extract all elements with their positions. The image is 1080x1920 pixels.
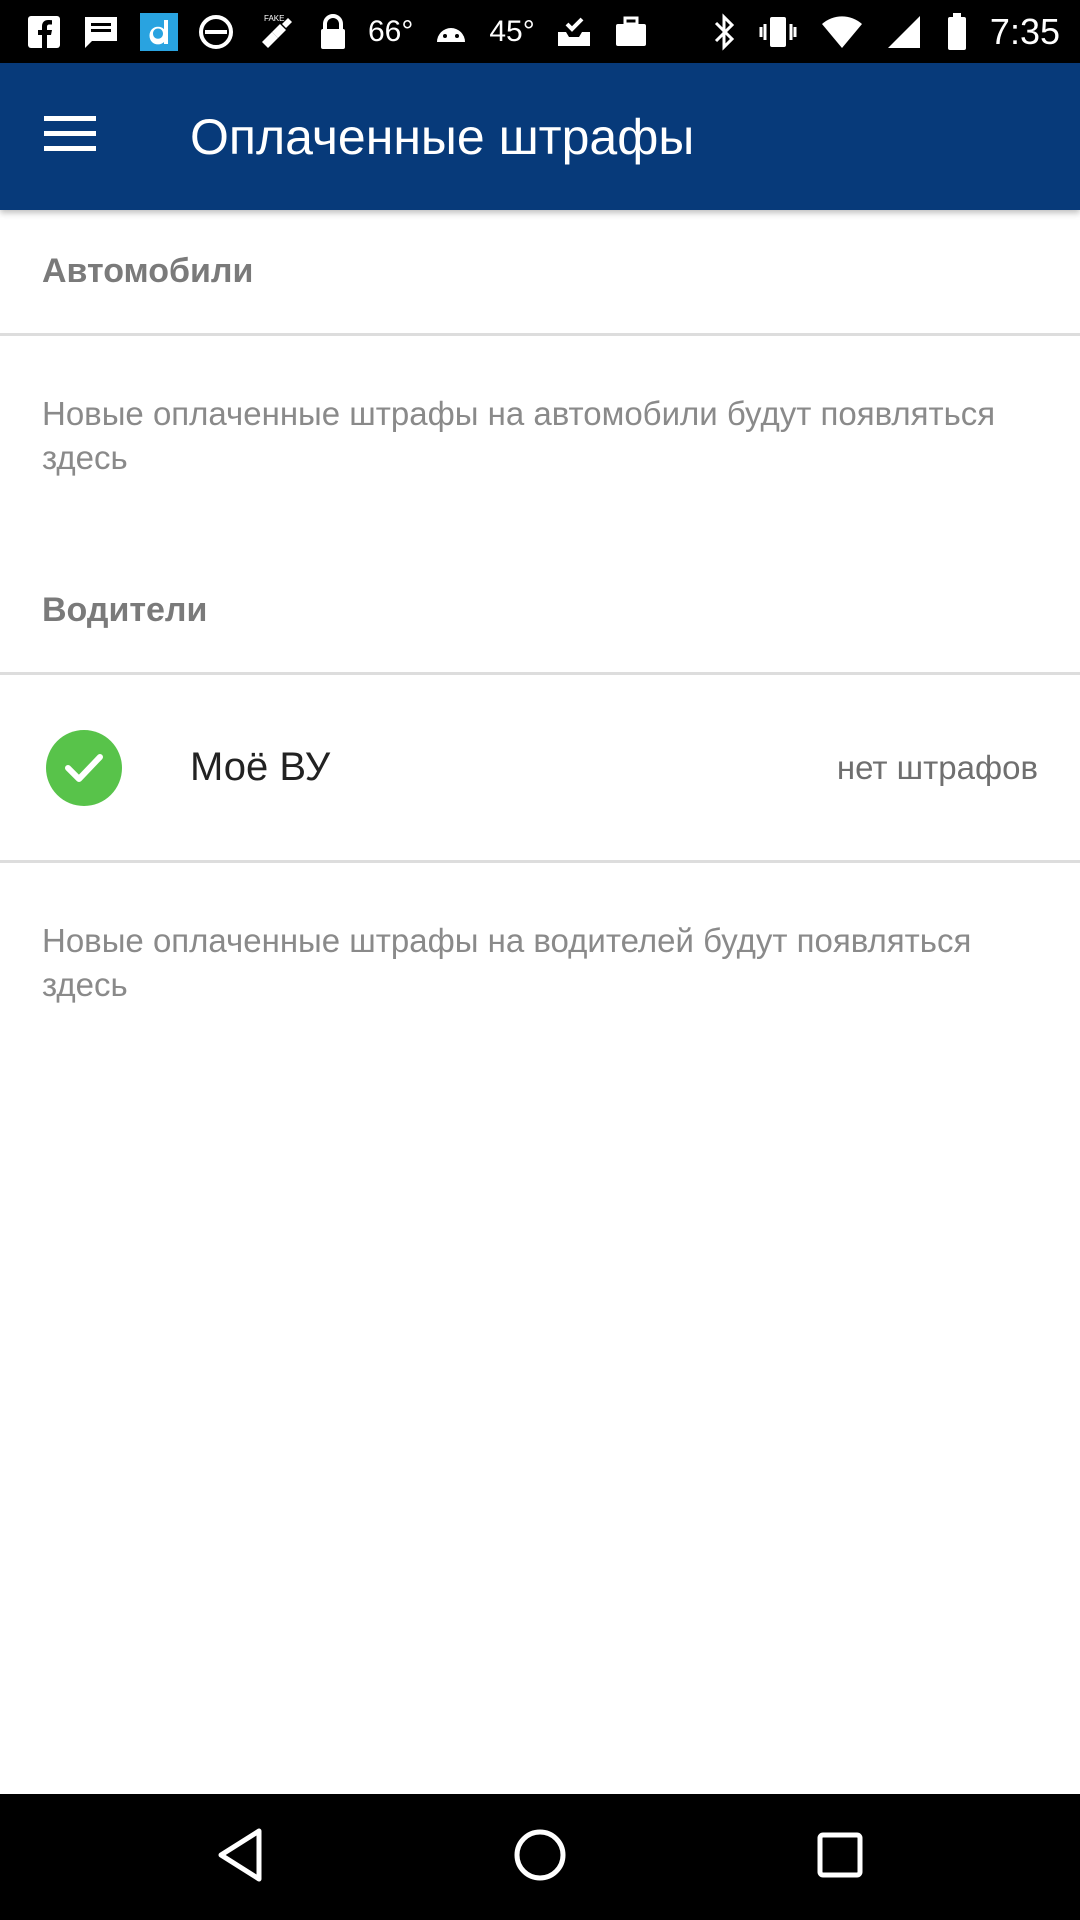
block-icon	[198, 12, 234, 52]
section-header-drivers: Водители	[0, 549, 1080, 675]
battery-icon	[946, 12, 968, 52]
page-title: Оплаченные штрафы	[190, 108, 695, 165]
facebook-icon	[26, 12, 62, 52]
recents-icon	[816, 1831, 864, 1884]
back-icon	[215, 1827, 265, 1888]
hamburger-menu-icon	[44, 116, 96, 157]
section-title-drivers: Водители	[42, 591, 208, 629]
bluetooth-icon	[712, 12, 736, 52]
lock-icon	[318, 12, 348, 52]
briefcase-icon	[613, 12, 649, 52]
home-button[interactable]	[480, 1797, 600, 1917]
weather-temp-1: 66°	[368, 14, 414, 48]
cars-empty-message: Новые оплаченные штрафы на автомобили бу…	[42, 395, 996, 476]
app-bar: Оплаченные штрафы	[0, 63, 1080, 210]
navigation-bar	[0, 1794, 1080, 1920]
status-right: 7:35	[712, 0, 1080, 63]
weather-temp-2: 45°	[489, 14, 535, 48]
section-title-cars: Автомобили	[42, 252, 254, 290]
driver-fines-status: нет штрафов	[836, 748, 1038, 786]
wifi-icon	[820, 12, 864, 52]
clock: 7:35	[989, 10, 1060, 52]
d-app-icon	[140, 12, 178, 52]
drivers-empty-message: Новые оплаченные штрафы на водителей буд…	[42, 922, 972, 1003]
home-icon	[513, 1828, 567, 1887]
status-bar: FAKE 66° 45° 7:35	[0, 0, 1080, 63]
menu-button[interactable]	[0, 63, 140, 210]
content: Автомобили Новые оплаченные штрафы на ав…	[0, 210, 1080, 1007]
signal-icon	[886, 12, 924, 52]
section-header-cars: Автомобили	[0, 210, 1080, 336]
message-icon	[82, 12, 120, 52]
recents-button[interactable]	[780, 1797, 900, 1917]
check-inbox-icon	[555, 12, 593, 52]
svg-text:FAKE: FAKE	[264, 14, 284, 23]
driver-name: Моё ВУ	[190, 745, 331, 789]
driver-list-item[interactable]: Моё ВУ нет штрафов	[0, 675, 1080, 863]
satellite-fake-icon: FAKE	[254, 12, 298, 52]
check-circle-icon	[46, 729, 122, 806]
back-button[interactable]	[180, 1797, 300, 1917]
android-icon	[433, 12, 469, 52]
status-left: FAKE 66° 45°	[0, 0, 649, 63]
vibrate-icon	[758, 12, 798, 52]
